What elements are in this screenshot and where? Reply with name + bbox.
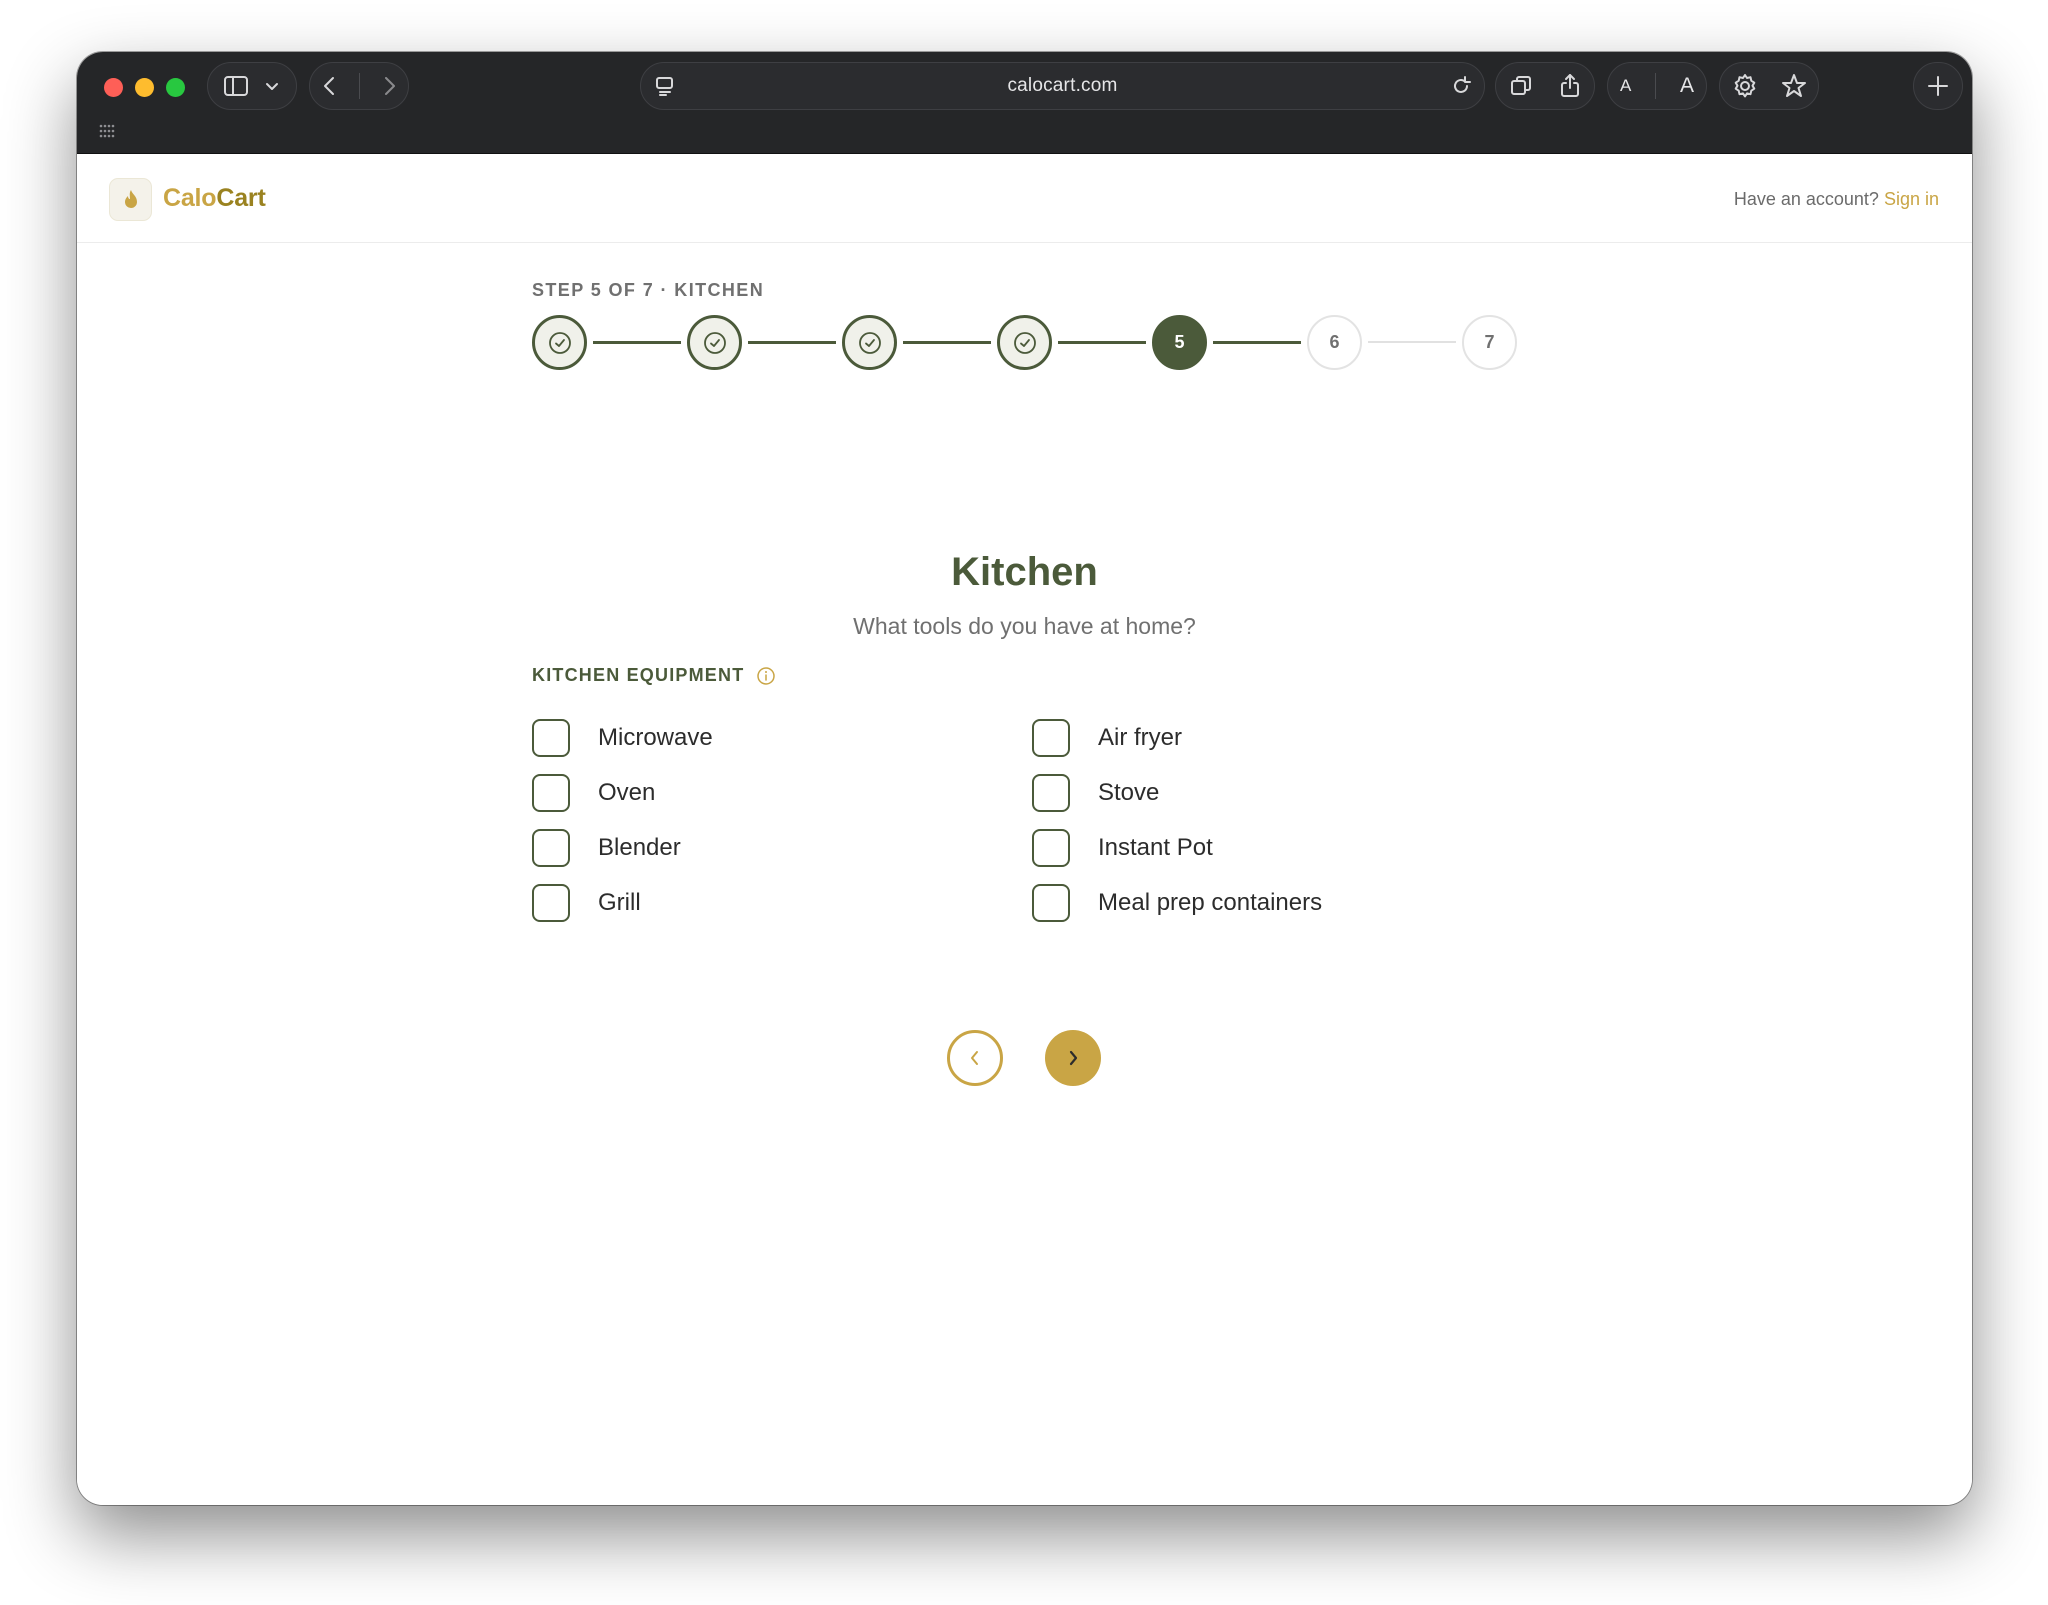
checkbox-label: Meal prep containers (1098, 889, 1323, 916)
decrease-text-size-button[interactable]: A (1620, 76, 1631, 96)
account-prompt-text: Have an account? (1733, 189, 1879, 209)
check-circle-icon (858, 331, 881, 354)
flame-icon (124, 189, 137, 208)
checkbox[interactable] (1032, 719, 1070, 757)
checkbox-option[interactable]: Air fryer (1032, 718, 1182, 758)
increase-text-size-button[interactable]: A (1680, 74, 1694, 98)
step-4[interactable] (997, 315, 1052, 370)
page-subtitle: What tools do you have at home? (853, 613, 1196, 639)
history-nav (309, 62, 409, 110)
step-number: 6 (1329, 332, 1340, 352)
check-circle-icon (548, 331, 571, 354)
previous-step-button[interactable] (947, 1030, 1003, 1086)
step-7: 7 (1462, 315, 1517, 370)
info-icon[interactable] (756, 666, 776, 686)
chevron-left-icon (971, 1051, 978, 1065)
step-connector (748, 341, 836, 344)
gear-icon[interactable] (1732, 73, 1758, 99)
chevron-down-icon (266, 83, 278, 90)
checkbox-label: Instant Pot (1098, 834, 1213, 861)
checkbox-option[interactable]: Blender (532, 828, 681, 868)
window-controls (104, 78, 185, 97)
step-connector (903, 341, 991, 344)
forward-icon[interactable] (379, 75, 399, 97)
divider (1655, 73, 1657, 99)
sidebar-toggle-button[interactable] (207, 62, 297, 110)
brand-name-part1: Calo (163, 184, 217, 212)
page-title: Kitchen (951, 550, 1098, 594)
checkbox-option[interactable]: Stove (1032, 773, 1159, 813)
step-3[interactable] (842, 315, 897, 370)
checkbox-label: Oven (598, 779, 656, 806)
checkbox[interactable] (1032, 884, 1070, 922)
checkbox[interactable] (1032, 774, 1070, 812)
browser-toolbar: calocart.com A A (77, 52, 1972, 154)
step-label: STEP 5 OF 7 · KITCHEN (532, 280, 765, 300)
checkbox-label: Blender (598, 834, 681, 861)
logo[interactable] (109, 178, 152, 221)
site-header: CaloCart Have an account? Sign in (77, 155, 1972, 243)
progress-stepper: 5 6 7 (532, 315, 1517, 371)
close-window-button[interactable] (104, 78, 123, 97)
checkbox-option[interactable]: Oven (532, 773, 655, 813)
maximize-window-button[interactable] (166, 78, 185, 97)
checkbox-option[interactable]: Grill (532, 883, 641, 923)
sidebar-icon (224, 76, 248, 96)
checkbox[interactable] (1032, 829, 1070, 867)
plus-icon (1928, 76, 1948, 96)
browser-window: calocart.com A A CaloCart Have an accoun… (77, 52, 1972, 1505)
bookmark-star-icon[interactable] (1781, 73, 1807, 99)
text-size-group: A A (1607, 62, 1707, 110)
minimize-window-button[interactable] (135, 78, 154, 97)
divider (358, 73, 360, 99)
section-label: KITCHEN EQUIPMENT (532, 665, 776, 686)
address-bar[interactable]: calocart.com (640, 62, 1485, 110)
url-text: calocart.com (1007, 75, 1118, 96)
tabs-overview-icon[interactable] (1509, 74, 1533, 98)
brand-name-part2: Cart (216, 184, 266, 212)
step-1[interactable] (532, 315, 587, 370)
step-number: 7 (1484, 332, 1495, 352)
checkbox-label: Stove (1098, 779, 1160, 806)
extras-group (1719, 62, 1819, 110)
checkbox-label: Microwave (598, 724, 713, 751)
checkbox[interactable] (532, 774, 570, 812)
check-circle-icon (1013, 331, 1036, 354)
next-step-button[interactable] (1045, 1030, 1101, 1086)
checkbox[interactable] (532, 884, 570, 922)
sign-in-prompt: Have an account? Sign in (1734, 189, 1939, 210)
page-settings-icon[interactable] (653, 74, 677, 98)
section-label-text: KITCHEN EQUIPMENT (532, 665, 745, 685)
share-icon[interactable] (1558, 73, 1582, 99)
checkbox-label: Grill (598, 889, 641, 916)
step-connector (1213, 341, 1301, 344)
step-2[interactable] (687, 315, 742, 370)
tab-grid-icon[interactable] (99, 124, 117, 138)
step-connector (593, 341, 681, 344)
back-icon[interactable] (320, 75, 340, 97)
step-connector (1368, 341, 1456, 343)
step-6: 6 (1307, 315, 1362, 370)
reload-icon[interactable] (1450, 75, 1472, 97)
step-connector (1058, 341, 1146, 344)
checkbox[interactable] (532, 719, 570, 757)
step-5: 5 (1152, 315, 1207, 370)
page-content: CaloCart Have an account? Sign in STEP 5… (77, 155, 1972, 1505)
check-circle-icon (703, 331, 726, 354)
checkbox-option[interactable]: Meal prep containers (1032, 883, 1322, 923)
chevron-right-icon (1069, 1050, 1078, 1066)
step-number: 5 (1174, 332, 1185, 352)
tab-share-group (1495, 62, 1595, 110)
sign-in-link[interactable]: Sign in (1884, 189, 1939, 209)
brand-name[interactable]: CaloCart (163, 184, 266, 213)
new-tab-button[interactable] (1913, 62, 1963, 110)
checkbox-option[interactable]: Microwave (532, 718, 713, 758)
checkbox[interactable] (532, 829, 570, 867)
checkbox-label: Air fryer (1098, 724, 1182, 751)
checkbox-option[interactable]: Instant Pot (1032, 828, 1213, 868)
